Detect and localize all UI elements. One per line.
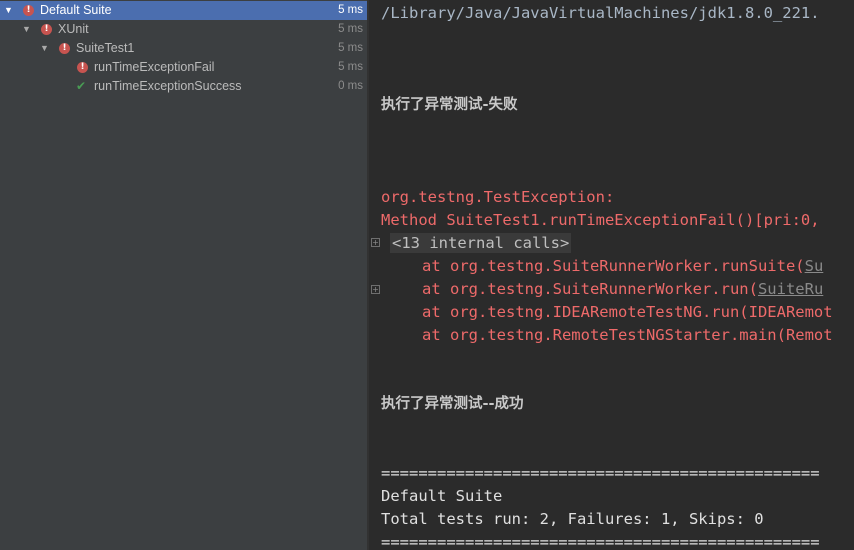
expand-fold-icon[interactable]: + <box>371 238 380 247</box>
tree-row-time: 5 ms <box>338 4 363 16</box>
tree-row-label: SuiteTest1 <box>76 41 135 55</box>
java-path-line: /Library/Java/JavaVirtualMachines/jdk1.8… <box>381 4 820 22</box>
checkmark-icon: ✔ <box>76 79 87 93</box>
tree-row-time: 0 ms <box>338 80 363 92</box>
suite-name-line: Default Suite <box>381 487 503 505</box>
expand-arrow-icon[interactable]: ▼ <box>4 1 13 20</box>
tree-row-label: Default Suite <box>40 3 112 17</box>
tree-row-runtimeexceptionsuccess[interactable]: ✔ runTimeExceptionSuccess 0 ms <box>0 77 367 96</box>
tree-row-default-suite[interactable]: ▼ ! Default Suite 5 ms <box>0 1 367 20</box>
expand-arrow-icon[interactable]: ▼ <box>40 39 49 58</box>
fail-icon: ! <box>41 24 52 35</box>
tree-row-time: 5 ms <box>338 61 363 73</box>
tree-row-time: 5 ms <box>338 23 363 35</box>
separator-line-bottom: ========================================… <box>381 533 820 550</box>
source-link[interactable]: Su <box>805 257 824 275</box>
success-message-line: 执行了异常测试--成功 <box>381 396 524 412</box>
tree-row-label: runTimeExceptionFail <box>94 60 215 74</box>
stack-line-text: at org.testng.SuiteRunnerWorker.runSuite… <box>422 257 805 275</box>
stack-line: at org.testng.RemoteTestNGStarter.main(R… <box>422 325 833 345</box>
stack-line-text: at org.testng.SuiteRunnerWorker.run( <box>422 280 758 298</box>
method-line: Method SuiteTest1.runTimeExceptionFail()… <box>381 211 820 229</box>
fail-icon: ! <box>59 43 70 54</box>
stack-line: at org.testng.SuiteRunnerWorker.run(Suit… <box>422 279 823 299</box>
fail-icon: ! <box>77 62 88 73</box>
fail-message-line: 执行了异常测试-失败 <box>381 97 518 113</box>
console-output[interactable]: /Library/Java/JavaVirtualMachines/jdk1.8… <box>369 0 854 550</box>
stack-line-text: at org.testng.IDEARemoteTestNG.run(IDEAR… <box>422 303 833 321</box>
tree-row-xunit[interactable]: ▼ ! XUnit 5 ms <box>0 20 367 39</box>
tree-row-label: runTimeExceptionSuccess <box>94 79 242 93</box>
expand-fold-icon[interactable]: + <box>371 285 380 294</box>
tree-row-suitetest1[interactable]: ▼ ! SuiteTest1 5 ms <box>0 39 367 58</box>
source-link[interactable]: SuiteRu <box>758 280 823 298</box>
tree-row-label: XUnit <box>58 22 89 36</box>
stack-line: at org.testng.SuiteRunnerWorker.runSuite… <box>422 256 823 276</box>
test-tree-panel: ▼ ! Default Suite 5 ms ▼ ! XUnit 5 ms ▼ … <box>0 0 367 550</box>
expand-arrow-icon[interactable]: ▼ <box>22 20 31 39</box>
internal-calls-fold[interactable]: <13 internal calls> <box>390 233 572 253</box>
separator-line: ========================================… <box>381 464 820 482</box>
stack-line-text: at org.testng.RemoteTestNGStarter.main(R… <box>422 326 833 344</box>
stack-line: at org.testng.IDEARemoteTestNG.run(IDEAR… <box>422 302 833 322</box>
exception-line: org.testng.TestException: <box>381 188 615 206</box>
tree-row-runtimeexceptionfail[interactable]: ! runTimeExceptionFail 5 ms <box>0 58 367 77</box>
summary-line: Total tests run: 2, Failures: 1, Skips: … <box>381 510 764 528</box>
fail-icon: ! <box>23 5 34 16</box>
tree-row-time: 5 ms <box>338 42 363 54</box>
